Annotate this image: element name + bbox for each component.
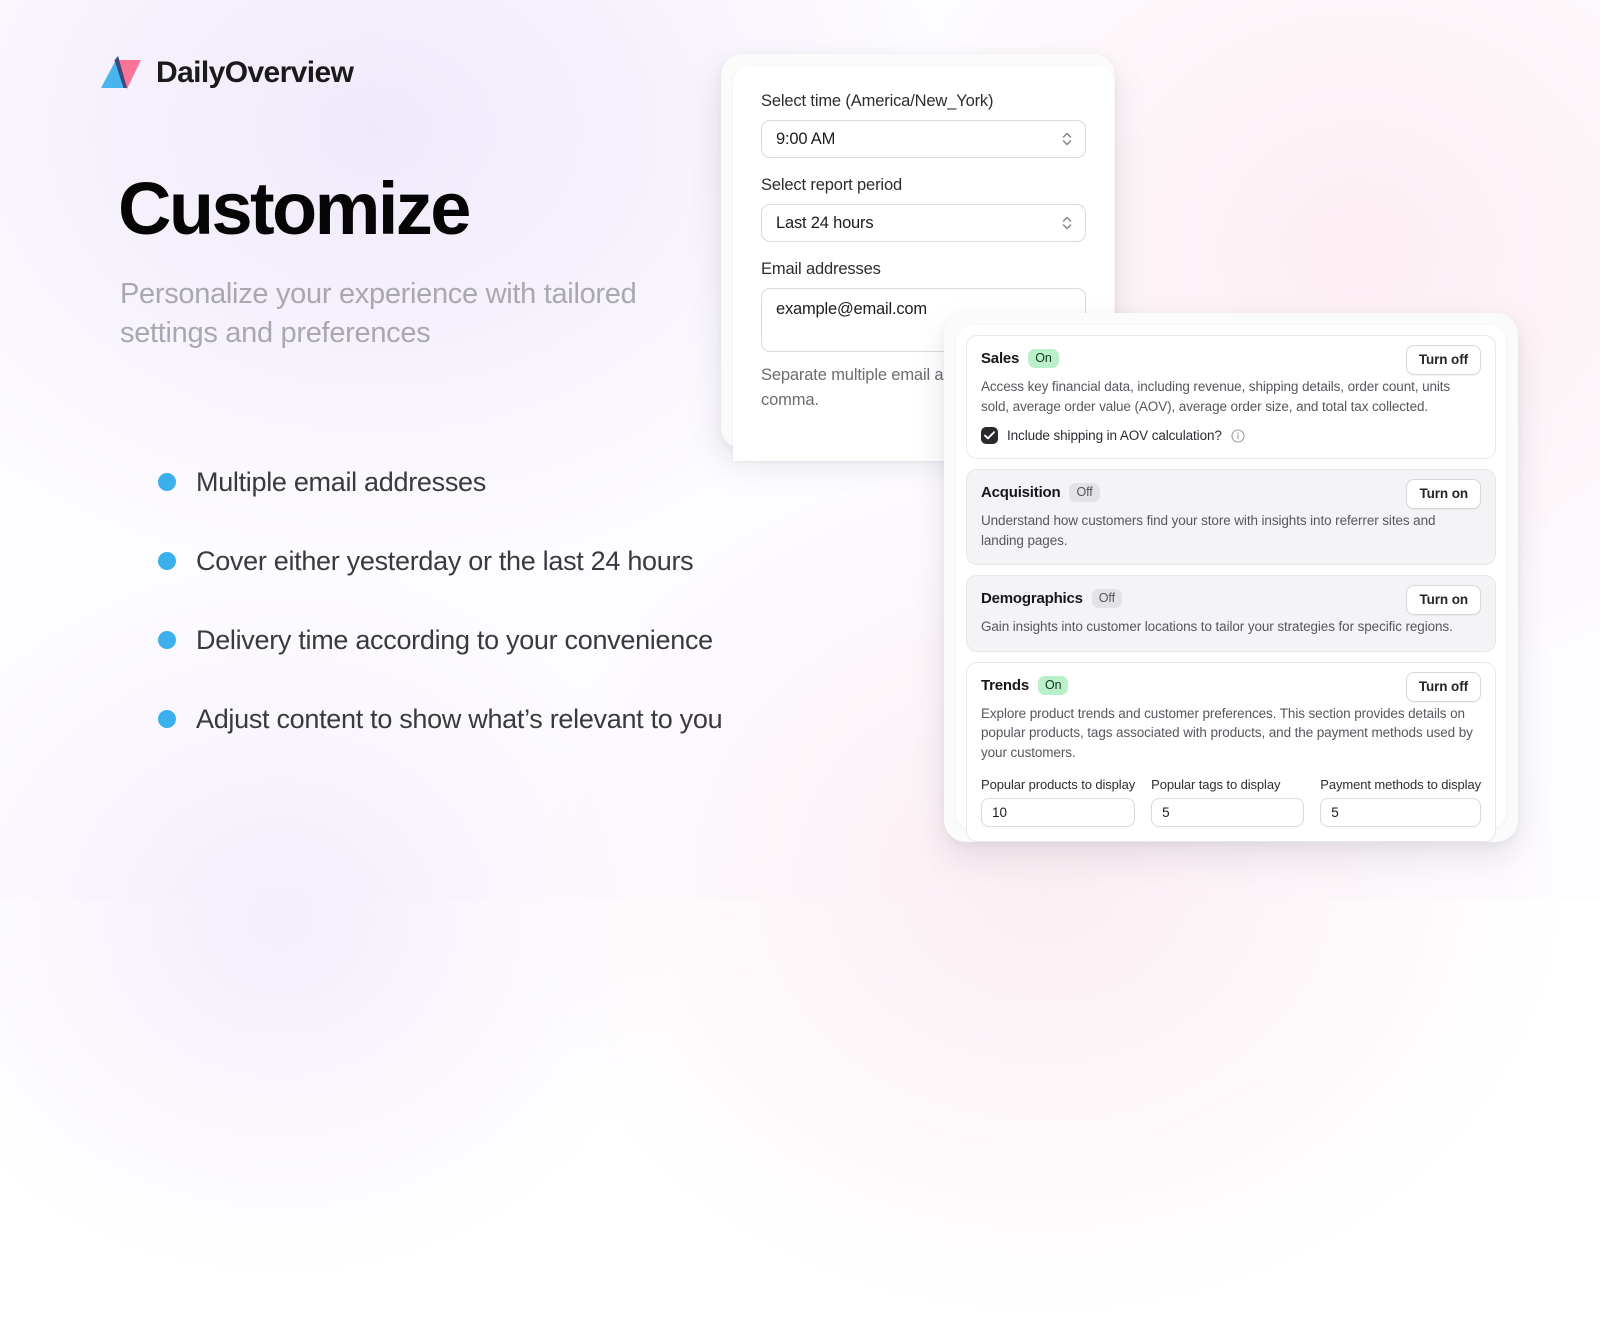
popular-products-input[interactable]: 10 — [981, 797, 1136, 827]
list-item: Adjust content to show what’s relevant t… — [158, 699, 938, 739]
payment-methods-group: Payment methods to display 5 — [1320, 777, 1481, 827]
feature-label: Multiple email addresses — [196, 466, 486, 497]
section-demographics: Demographics Off Turn on Gain insights i… — [966, 575, 1496, 652]
section-title: Sales — [981, 350, 1020, 367]
payment-methods-input[interactable]: 5 — [1320, 797, 1481, 827]
chevron-up-down-icon — [1061, 130, 1073, 148]
email-field-label: Email addresses — [761, 260, 881, 278]
section-description: Understand how customers find your store… — [981, 513, 1436, 548]
list-item: Cover either yesterday or the last 24 ho… — [158, 541, 938, 581]
section-acquisition: Acquisition Off Turn on Understand how c… — [966, 469, 1496, 566]
feature-label: Adjust content to show what’s relevant t… — [196, 703, 723, 734]
time-select-value: 9:00 AM — [776, 129, 836, 148]
status-badge: Off — [1091, 589, 1122, 609]
status-badge: On — [1037, 675, 1069, 695]
input-label: Popular tags to display — [1151, 776, 1281, 792]
popular-tags-group: Popular tags to display 5 — [1151, 776, 1305, 827]
period-select[interactable]: Last 24 hours — [761, 204, 1086, 242]
dual-triangle-logo-icon — [96, 48, 145, 97]
time-field-group: Select time (America/New_York) 9:00 AM — [761, 92, 1086, 158]
section-description: Gain insights into customer locations to… — [981, 619, 1453, 635]
bullet-icon — [158, 473, 176, 491]
section-title: Demographics — [981, 590, 1083, 608]
list-item: Multiple email addresses — [158, 462, 938, 502]
toggle-sales-button[interactable]: Turn off — [1405, 345, 1481, 375]
section-description: Explore product trends and customer pref… — [981, 705, 1473, 760]
toggle-trends-button[interactable]: Turn off — [1405, 671, 1481, 702]
period-select-value: Last 24 hours — [776, 213, 874, 232]
section-sales: Sales On Turn off Access key financial d… — [966, 335, 1496, 460]
input-label: Popular products to display — [981, 776, 1136, 792]
list-item: Delivery time according to your convenie… — [158, 620, 938, 660]
info-circle-icon[interactable] — [1231, 429, 1245, 443]
aov-shipping-checkbox-row[interactable]: Include shipping in AOV calculation? — [981, 427, 1481, 445]
checkbox-checked-icon[interactable] — [981, 427, 998, 445]
brand-name: DailyOverview — [156, 55, 354, 89]
popular-products-group: Popular products to display 10 — [981, 777, 1135, 827]
time-field-label: Select time (America/New_York) — [761, 92, 994, 110]
bullet-icon — [158, 552, 176, 570]
section-description: Access key financial data, including rev… — [981, 379, 1451, 414]
page-subtitle: Personalize your experience with tailore… — [120, 278, 637, 350]
section-title: Trends — [981, 676, 1029, 694]
brand-logo: DailyOverview — [96, 48, 354, 97]
feature-label: Delivery time according to your convenie… — [196, 624, 713, 655]
section-title: Acquisition — [981, 484, 1061, 502]
status-badge: On — [1028, 349, 1059, 368]
bullet-icon — [158, 710, 176, 728]
sections-card: Sales On Turn off Access key financial d… — [956, 325, 1506, 842]
period-field-label: Select report period — [761, 176, 902, 194]
status-badge: Off — [1069, 483, 1100, 503]
checkbox-label: Include shipping in AOV calculation? — [1007, 428, 1222, 444]
trends-inputs-row: Popular products to display 10 Popular t… — [981, 777, 1481, 827]
feature-list: Multiple email addresses Cover either ye… — [158, 462, 938, 778]
page-title: Customize — [118, 167, 471, 250]
time-select[interactable]: 9:00 AM — [761, 120, 1086, 158]
period-field-group: Select report period Last 24 hours — [761, 176, 1086, 242]
popular-tags-input[interactable]: 5 — [1151, 797, 1305, 827]
sections-card-frame: Sales On Turn off Access key financial d… — [944, 313, 1518, 842]
input-label: Payment methods to display — [1320, 776, 1481, 792]
chevron-up-down-icon — [1061, 214, 1073, 232]
toggle-demographics-button[interactable]: Turn on — [1406, 585, 1481, 616]
feature-label: Cover either yesterday or the last 24 ho… — [196, 545, 694, 576]
section-trends: Trends On Turn off Explore product trend… — [966, 661, 1496, 842]
toggle-acquisition-button[interactable]: Turn on — [1406, 479, 1481, 510]
bullet-icon — [158, 631, 176, 649]
